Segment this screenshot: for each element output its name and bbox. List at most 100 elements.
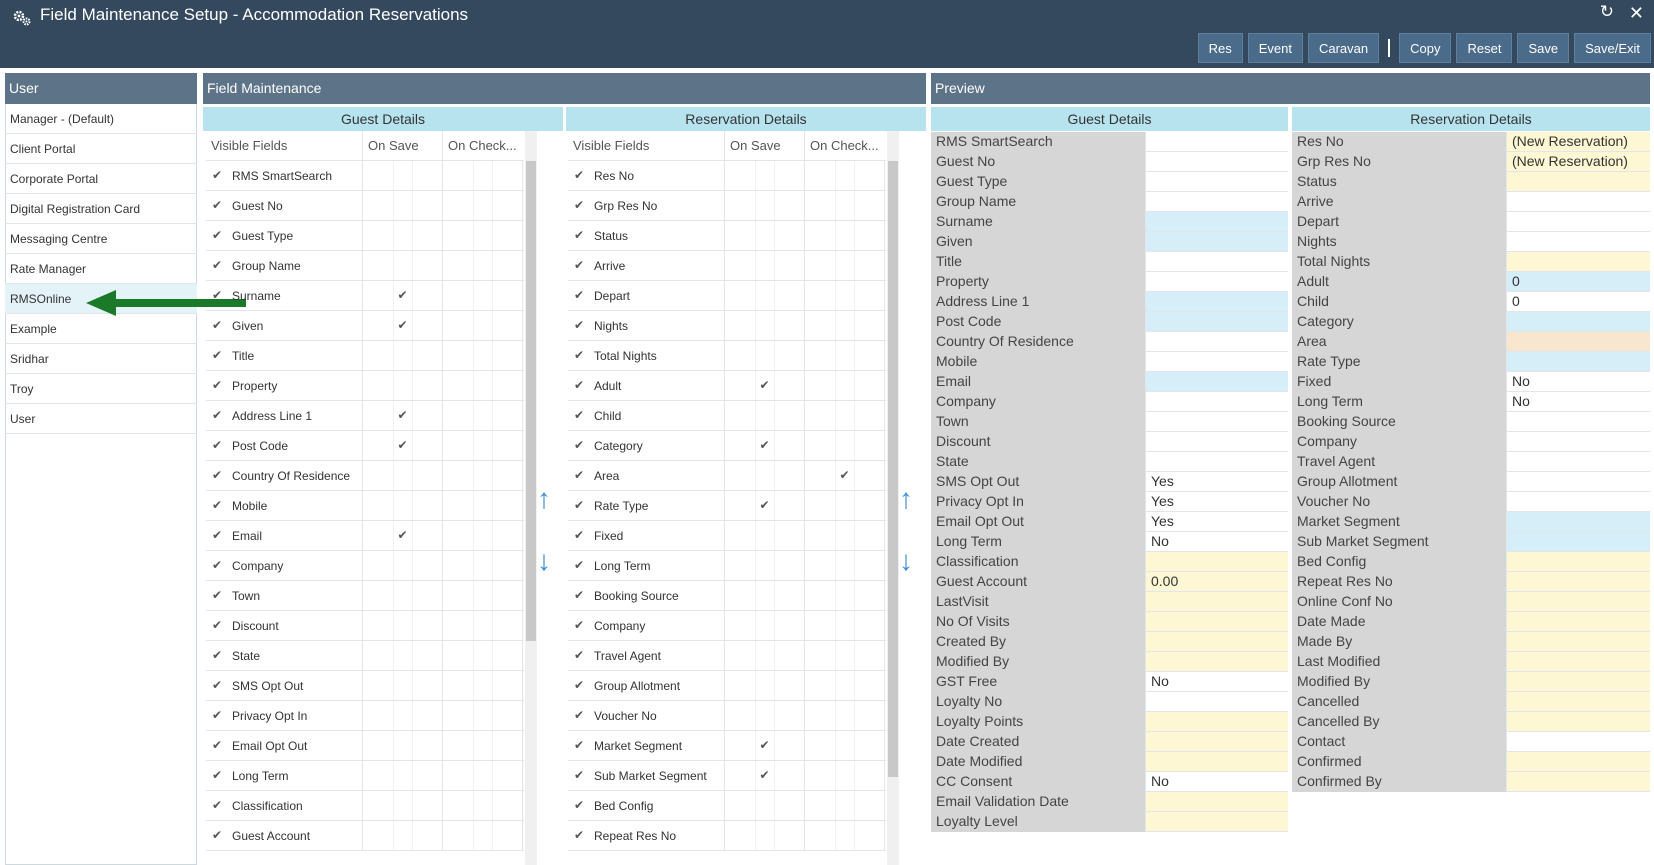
preview-input[interactable] xyxy=(1506,692,1650,712)
visible-checkbox[interactable]: ✔ xyxy=(568,701,590,730)
on-checkin-checkbox[interactable] xyxy=(805,611,885,640)
preview-input[interactable] xyxy=(1506,672,1650,692)
scroll-thumb[interactable] xyxy=(526,161,536,641)
reservation-grid-scrollbar[interactable] xyxy=(887,131,899,865)
visible-checkbox[interactable]: ✔ xyxy=(568,281,590,310)
on-save-checkbox[interactable] xyxy=(363,221,443,250)
visible-checkbox[interactable]: ✔ xyxy=(568,431,590,460)
preview-input[interactable] xyxy=(1506,472,1650,492)
on-save-checkbox[interactable] xyxy=(725,701,805,730)
on-checkin-checkbox[interactable] xyxy=(443,521,523,550)
on-checkin-checkbox[interactable] xyxy=(805,761,885,790)
on-save-checkbox[interactable] xyxy=(363,251,443,280)
visible-checkbox[interactable]: ✔ xyxy=(206,671,228,700)
preview-input[interactable] xyxy=(1145,592,1288,612)
on-checkin-checkbox[interactable] xyxy=(805,401,885,430)
visible-checkbox[interactable]: ✔ xyxy=(206,221,228,250)
column-header-on-save[interactable]: On Save xyxy=(363,131,443,160)
preview-input[interactable] xyxy=(1506,712,1650,732)
user-item-digital-registration-card[interactable]: Digital Registration Card xyxy=(5,194,197,224)
save-exit-button[interactable]: Save/Exit xyxy=(1574,33,1651,63)
res-button[interactable]: Res xyxy=(1197,33,1243,63)
preview-input[interactable] xyxy=(1506,412,1650,432)
visible-checkbox[interactable]: ✔ xyxy=(568,821,590,850)
preview-input[interactable] xyxy=(1145,372,1288,392)
on-save-checkbox[interactable] xyxy=(363,731,443,760)
on-save-checkbox[interactable] xyxy=(725,671,805,700)
on-checkin-checkbox[interactable] xyxy=(443,581,523,610)
event-button[interactable]: Event xyxy=(1247,33,1303,63)
move-down-arrow-icon[interactable]: ↓ xyxy=(899,545,913,577)
preview-input[interactable] xyxy=(1506,732,1650,752)
on-save-checkbox[interactable] xyxy=(363,581,443,610)
visible-checkbox[interactable]: ✔ xyxy=(568,461,590,490)
preview-input[interactable] xyxy=(1506,612,1650,632)
preview-input[interactable] xyxy=(1145,812,1288,832)
preview-input[interactable] xyxy=(1145,792,1288,812)
preview-input[interactable] xyxy=(1506,752,1650,772)
visible-checkbox[interactable]: ✔ xyxy=(206,371,228,400)
on-checkin-checkbox[interactable] xyxy=(805,221,885,250)
visible-checkbox[interactable]: ✔ xyxy=(206,581,228,610)
column-header-on-check[interactable]: On Check... xyxy=(805,131,885,160)
copy-button[interactable]: Copy xyxy=(1399,33,1452,63)
on-checkin-checkbox[interactable] xyxy=(805,491,885,520)
on-save-checkbox[interactable] xyxy=(725,281,805,310)
on-save-checkbox[interactable]: ✔ xyxy=(363,431,443,460)
preview-input[interactable] xyxy=(1506,332,1650,352)
on-checkin-checkbox[interactable] xyxy=(443,611,523,640)
preview-input[interactable]: No xyxy=(1145,672,1288,692)
save-button[interactable]: Save xyxy=(1517,33,1570,63)
on-checkin-checkbox[interactable] xyxy=(443,791,523,820)
on-save-checkbox[interactable] xyxy=(725,251,805,280)
on-checkin-checkbox[interactable]: ✔ xyxy=(805,461,885,490)
preview-input[interactable] xyxy=(1145,232,1288,252)
preview-input[interactable] xyxy=(1506,592,1650,612)
on-checkin-checkbox[interactable] xyxy=(443,431,523,460)
preview-input[interactable] xyxy=(1506,252,1650,272)
on-save-checkbox[interactable] xyxy=(725,791,805,820)
preview-input[interactable] xyxy=(1145,632,1288,652)
on-save-checkbox[interactable] xyxy=(363,791,443,820)
preview-input[interactable] xyxy=(1506,312,1650,332)
user-item-corporate-portal[interactable]: Corporate Portal xyxy=(5,164,197,194)
on-save-checkbox[interactable] xyxy=(363,821,443,850)
on-checkin-checkbox[interactable] xyxy=(805,551,885,580)
preview-input[interactable]: No xyxy=(1506,372,1650,392)
on-save-checkbox[interactable]: ✔ xyxy=(725,431,805,460)
close-icon[interactable]: ✕ xyxy=(1629,3,1644,24)
on-checkin-checkbox[interactable] xyxy=(805,641,885,670)
visible-checkbox[interactable]: ✔ xyxy=(206,821,228,850)
on-save-checkbox[interactable] xyxy=(363,761,443,790)
preview-input[interactable] xyxy=(1506,492,1650,512)
on-checkin-checkbox[interactable] xyxy=(805,521,885,550)
on-checkin-checkbox[interactable] xyxy=(443,701,523,730)
on-save-checkbox[interactable] xyxy=(725,581,805,610)
visible-checkbox[interactable]: ✔ xyxy=(568,311,590,340)
on-checkin-checkbox[interactable] xyxy=(805,341,885,370)
visible-checkbox[interactable]: ✔ xyxy=(568,161,590,190)
move-up-arrow-icon[interactable]: ↑ xyxy=(899,483,913,515)
scroll-thumb[interactable] xyxy=(888,161,898,777)
visible-checkbox[interactable]: ✔ xyxy=(206,521,228,550)
preview-input[interactable]: No xyxy=(1145,532,1288,552)
column-header-on-check[interactable]: On Check... xyxy=(443,131,523,160)
on-checkin-checkbox[interactable] xyxy=(443,161,523,190)
visible-checkbox[interactable]: ✔ xyxy=(568,581,590,610)
preview-input[interactable] xyxy=(1145,252,1288,272)
visible-checkbox[interactable]: ✔ xyxy=(206,791,228,820)
preview-input[interactable] xyxy=(1145,452,1288,472)
on-save-checkbox[interactable] xyxy=(725,461,805,490)
preview-input[interactable] xyxy=(1506,512,1650,532)
move-down-arrow-icon[interactable]: ↓ xyxy=(537,545,551,577)
visible-checkbox[interactable]: ✔ xyxy=(568,191,590,220)
column-header-visible-fields[interactable]: Visible Fields xyxy=(206,131,363,160)
visible-checkbox[interactable]: ✔ xyxy=(206,431,228,460)
on-checkin-checkbox[interactable] xyxy=(805,701,885,730)
caravan-button[interactable]: Caravan xyxy=(1307,33,1380,63)
visible-checkbox[interactable]: ✔ xyxy=(206,491,228,520)
visible-checkbox[interactable]: ✔ xyxy=(568,731,590,760)
preview-input[interactable] xyxy=(1145,392,1288,412)
visible-checkbox[interactable]: ✔ xyxy=(568,341,590,370)
visible-checkbox[interactable]: ✔ xyxy=(568,641,590,670)
